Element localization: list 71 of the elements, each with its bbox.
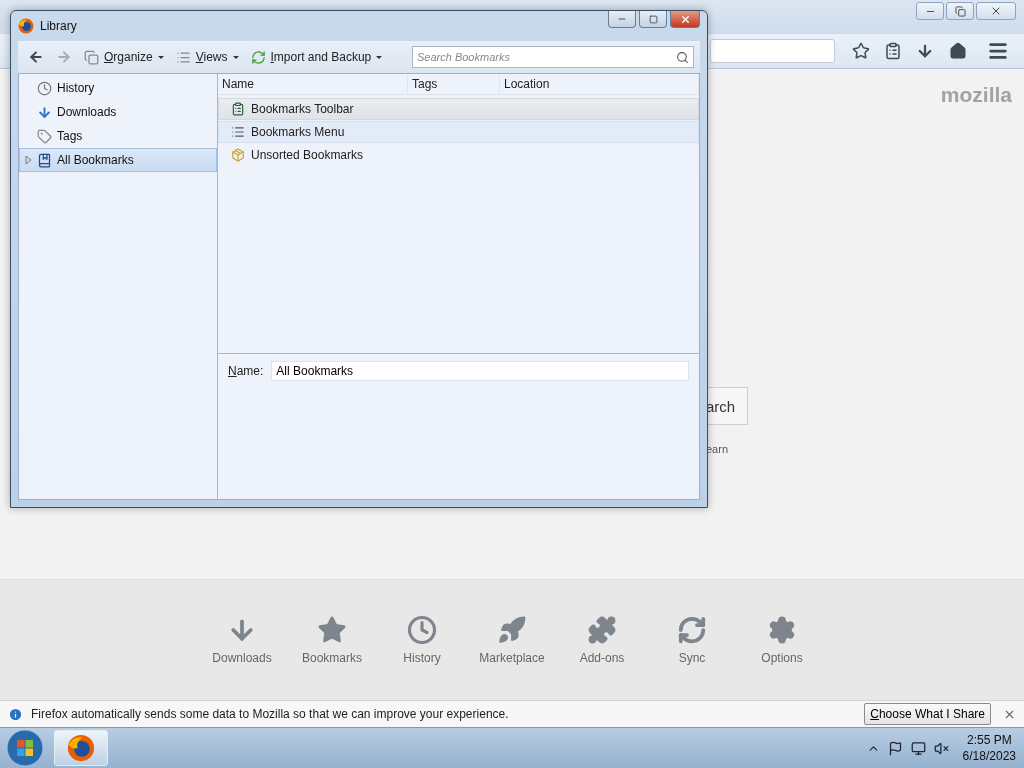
bookmark-row[interactable]: Bookmarks Toolbar <box>218 98 699 120</box>
maximize-icon <box>648 14 658 24</box>
column-header[interactable]: Location <box>500 74 699 94</box>
puzzle-icon <box>587 615 617 645</box>
rocket-icon <box>497 615 527 645</box>
bookmark-row[interactable]: Unsorted Bookmarks <box>218 144 699 166</box>
sidebar-item[interactable]: Downloads <box>19 100 217 124</box>
column-header[interactable]: Tags <box>408 74 500 94</box>
clock-icon <box>37 80 52 96</box>
refresh-icon <box>250 49 266 65</box>
notification-text: Firefox automatically sends some data to Mozilla so that we can improve your experience. <box>31 707 510 721</box>
menu-icon <box>986 40 1009 62</box>
maximize-button[interactable] <box>639 11 667 28</box>
search-field[interactable]: Search Bookmarks <box>412 46 694 68</box>
clock-icon <box>407 615 437 645</box>
restore-button[interactable] <box>946 2 974 20</box>
mozilla-logo: mozilla <box>940 83 1012 107</box>
minimize-button[interactable] <box>608 11 636 28</box>
bookmarks-icon <box>37 152 52 168</box>
restore-icon <box>954 5 966 17</box>
collapsed-triangle-icon[interactable] <box>25 156 31 164</box>
close-button[interactable] <box>670 11 700 28</box>
close-icon <box>679 13 691 25</box>
star-icon <box>317 615 347 645</box>
launcher-item[interactable]: Marketplace <box>467 615 557 665</box>
window-title: Library <box>40 19 78 33</box>
unsorted-folder-icon <box>231 148 245 162</box>
views-button[interactable]: Views <box>171 45 243 69</box>
clock-date: 6/18/2023 <box>962 748 1016 764</box>
settings-icon <box>767 615 797 645</box>
clipboard-icon <box>884 42 903 60</box>
menu-list-icon <box>231 125 245 139</box>
launcher-item[interactable]: Downloads <box>197 615 287 665</box>
launcher-item[interactable]: Bookmarks <box>287 615 377 665</box>
pages-icon <box>84 49 99 65</box>
name-label: Name: <box>228 364 264 378</box>
forward-arrow-icon <box>56 49 72 65</box>
toolbar-folder-icon <box>231 102 245 116</box>
import-backup-button[interactable]: Import and Backup <box>246 45 387 69</box>
info-icon <box>8 706 23 722</box>
start-button-icon[interactable] <box>6 729 44 767</box>
firefox-logo-icon <box>67 734 95 762</box>
column-header[interactable]: Name <box>218 74 408 94</box>
star-icon <box>852 42 871 60</box>
launcher-item[interactable]: Options <box>737 615 827 665</box>
choose-share-button[interactable]: Choose What I Share <box>864 703 991 725</box>
search-input[interactable]: Search Bookmarks <box>417 51 672 63</box>
home-icon <box>948 42 967 60</box>
sidebar-item[interactable]: All Bookmarks <box>19 148 217 172</box>
launcher-item[interactable]: Sync <box>647 615 737 665</box>
tag-icon <box>37 128 52 144</box>
firefox-taskbar-button[interactable] <box>54 730 108 766</box>
name-field[interactable]: All Bookmarks <box>271 361 689 381</box>
close-icon <box>990 5 1002 17</box>
organize-button[interactable]: Organize <box>80 45 168 69</box>
search-icon <box>676 50 689 64</box>
launcher-item[interactable]: History <box>377 615 467 665</box>
clock-time: 2:55 PM <box>966 732 1012 748</box>
address-field[interactable] <box>710 39 835 63</box>
list-icon <box>175 49 191 65</box>
launcher-item[interactable]: Add-ons <box>557 615 647 665</box>
sidebar-item[interactable]: Tags <box>19 124 217 148</box>
sync-icon <box>677 615 707 645</box>
search-button[interactable]: arch <box>706 387 749 425</box>
flag-icon[interactable] <box>887 740 903 756</box>
network-icon[interactable] <box>910 740 926 756</box>
sidebar-item[interactable]: History <box>19 76 217 100</box>
bookmark-row[interactable]: Bookmarks Menu <box>218 121 699 143</box>
download-arrow-icon <box>37 104 52 120</box>
firefox-logo-icon <box>18 18 34 34</box>
volume-muted-icon[interactable] <box>933 740 949 756</box>
